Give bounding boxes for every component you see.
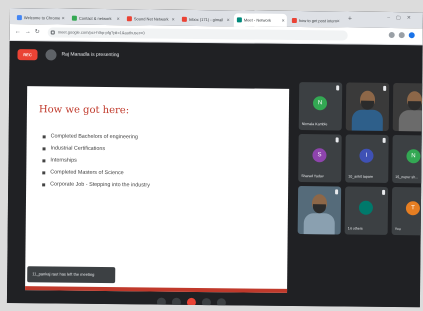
tab-favicon bbox=[181, 16, 187, 22]
participant-tile[interactable]: T You bbox=[391, 187, 423, 236]
browser-tab[interactable]: Sound Net Network ✕ bbox=[124, 12, 177, 26]
browser-tab[interactable]: Inbox (171) - gimail ✕ bbox=[179, 13, 232, 27]
participant-tile[interactable] bbox=[392, 83, 423, 132]
tab-label: Inbox (171) - gimail bbox=[188, 16, 224, 23]
control-button[interactable] bbox=[216, 298, 226, 308]
participant-name: 15_nupur sh... bbox=[395, 175, 419, 180]
slide-title: How we got here: bbox=[38, 104, 130, 117]
browser-window: Welcome to Chrome ✕ Contact & network ✕ Soun… bbox=[6, 8, 423, 308]
presenter-avatar bbox=[45, 49, 57, 61]
participant-video bbox=[398, 110, 423, 132]
close-tab-icon[interactable]: ✕ bbox=[226, 13, 230, 26]
control-button[interactable] bbox=[201, 298, 211, 308]
presentation-slide: How we got here: Completed Bachelors of … bbox=[25, 86, 290, 293]
close-tab-icon[interactable]: ✕ bbox=[336, 14, 339, 27]
participant-name: 10_ankit tapare bbox=[348, 174, 374, 179]
mic-icon bbox=[335, 189, 339, 195]
participant-tile[interactable] bbox=[345, 82, 390, 131]
participant-avatar bbox=[358, 200, 374, 215]
tab-favicon bbox=[16, 15, 22, 21]
participant-video bbox=[351, 109, 383, 131]
participant-tile[interactable]: N 15_nupur sh... bbox=[392, 135, 423, 184]
forward-icon[interactable]: → bbox=[25, 27, 31, 37]
slide-bullet-list: Completed Bachelors of engineering Indust… bbox=[40, 130, 150, 191]
browser-tab[interactable]: how to get post intern ✕ bbox=[289, 14, 342, 28]
tab-label: Sound Net Network bbox=[133, 16, 169, 22]
tab-favicon bbox=[291, 17, 297, 24]
extension-icon[interactable] bbox=[398, 32, 405, 39]
tab-favicon bbox=[71, 15, 77, 21]
tab-label: how to get post intern bbox=[298, 18, 338, 24]
close-tab-icon[interactable]: ✕ bbox=[116, 12, 120, 25]
participant-name: 14 others bbox=[347, 226, 363, 231]
participant-name: You bbox=[394, 227, 401, 232]
notification-toast: 11_pankaj raut has left the meeting bbox=[27, 266, 116, 284]
tab-label: Meet - Network bbox=[243, 17, 272, 23]
mic-icon bbox=[335, 137, 339, 143]
participant-beard bbox=[312, 204, 326, 214]
participant-avatar: N bbox=[406, 149, 421, 164]
participant-name: Sharad Yadav bbox=[301, 174, 324, 179]
mic-icon bbox=[383, 85, 387, 91]
participant-beard bbox=[407, 101, 422, 111]
back-icon[interactable]: ← bbox=[15, 27, 21, 37]
participant-tile[interactable] bbox=[297, 186, 342, 235]
recording-badge: REC bbox=[17, 49, 38, 61]
mic-icon bbox=[382, 137, 386, 143]
browser-tab[interactable]: Contact & network ✕ bbox=[69, 12, 122, 26]
tab-label: Contact & network bbox=[78, 15, 112, 22]
control-button[interactable] bbox=[156, 297, 166, 307]
reload-icon[interactable]: ↻ bbox=[35, 27, 40, 37]
participant-tile[interactable]: S Sharad Yadav bbox=[298, 134, 342, 183]
participant-avatar: N bbox=[312, 96, 328, 111]
tab-label: Welcome to Chrome bbox=[23, 15, 61, 21]
close-tab-icon[interactable]: ✕ bbox=[171, 13, 175, 26]
extension-icon[interactable] bbox=[388, 31, 395, 39]
participant-avatar: T bbox=[405, 201, 420, 216]
lock-icon bbox=[50, 30, 55, 35]
participant-beard bbox=[360, 100, 375, 110]
presenting-label: Raj Manadla is presenting bbox=[61, 51, 120, 59]
participant-avatar: I bbox=[359, 148, 374, 163]
control-button[interactable] bbox=[171, 297, 181, 307]
participant-tile[interactable]: 14 others bbox=[344, 186, 389, 235]
close-tab-icon[interactable]: ✕ bbox=[61, 12, 65, 25]
tab-favicon bbox=[236, 17, 242, 23]
control-button[interactable] bbox=[186, 297, 196, 307]
profile-avatar[interactable] bbox=[408, 32, 415, 39]
tab-favicon bbox=[126, 16, 132, 22]
mic-icon bbox=[336, 85, 340, 91]
meeting-controls bbox=[156, 297, 226, 308]
mic-icon bbox=[382, 189, 386, 195]
participant-video bbox=[303, 213, 335, 235]
close-tab-icon[interactable]: ✕ bbox=[281, 14, 285, 27]
extension-icons bbox=[388, 31, 415, 39]
meet-stage: REC Raj Manadla is presenting How we got… bbox=[6, 40, 423, 308]
participant-name: Nirmala Kamble bbox=[301, 122, 328, 127]
new-tab-button[interactable]: + bbox=[348, 15, 352, 25]
url-text: meet.google.com/pcr-hthp-pfg?pli=1&authu… bbox=[57, 29, 145, 36]
browser-tab[interactable]: Meet - Network ✕ bbox=[233, 13, 287, 27]
url-field[interactable]: meet.google.com/pcr-hthp-pfg?pli=1&authu… bbox=[47, 27, 348, 41]
participant-tile[interactable]: N Nirmala Kamble bbox=[298, 82, 343, 131]
slide-bullet: Corporate Job - Stepping into the indust… bbox=[40, 178, 150, 191]
participant-avatar: S bbox=[312, 148, 327, 163]
window-controls[interactable]: –▢✕ bbox=[387, 15, 417, 21]
browser-tab[interactable]: Welcome to Chrome ✕ bbox=[14, 11, 67, 25]
slide-bullet: Completed Bachelors of engineering bbox=[41, 130, 151, 143]
participant-tile[interactable]: I 10_ankit tapare bbox=[345, 134, 389, 183]
